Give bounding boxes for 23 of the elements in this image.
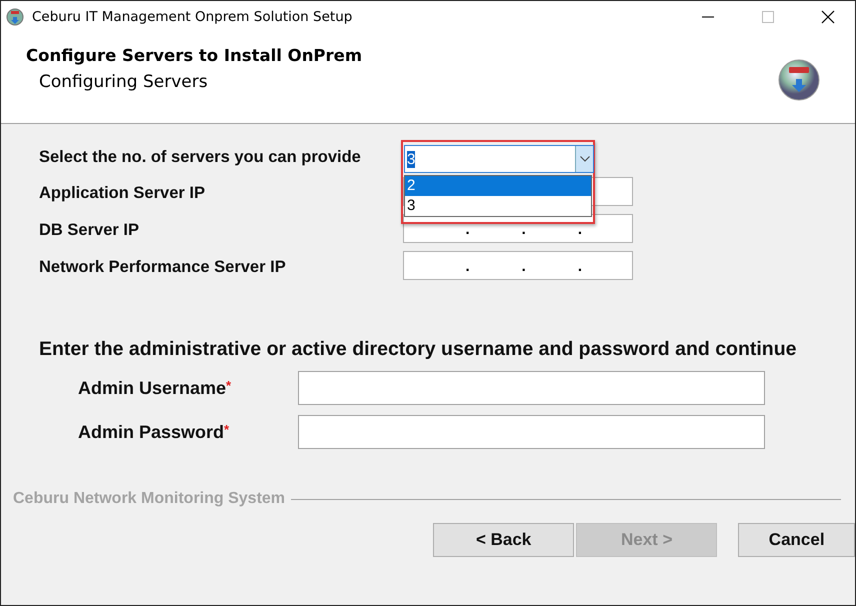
maximize-icon[interactable] — [761, 10, 775, 24]
wizard-button[interactable]: Cancel — [738, 523, 855, 557]
server-count-dropdown[interactable]: 3 — [404, 145, 594, 173]
page-subtitle: Configuring Servers — [38, 71, 209, 92]
dropdown-option[interactable]: 2 — [405, 176, 591, 196]
field-label: DB Server IP — [39, 220, 140, 240]
page-title: Configure Servers to Install OnPrem — [26, 46, 364, 65]
field-label: Admin Password* — [78, 422, 230, 442]
close-icon[interactable] — [821, 10, 835, 24]
brand-label: Ceburu Network Monitoring System — [13, 490, 286, 508]
field-label: Select the no. of servers you can provide — [39, 147, 362, 167]
field-label: Admin Username* — [78, 378, 232, 398]
input-field[interactable] — [298, 371, 765, 405]
dropdown-option[interactable]: 3 — [405, 196, 591, 216]
field-label: Application Server IP — [39, 183, 206, 203]
chevron-down-icon — [575, 146, 593, 172]
install-disc-icon — [778, 59, 820, 101]
input-field[interactable] — [298, 415, 765, 449]
window-title: Ceburu IT Management Onprem Solution Setup — [32, 8, 352, 24]
section-heading: Enter the administrative or active directory username and password and continue — [39, 337, 798, 362]
ip-address-field[interactable]: . . . — [403, 251, 633, 280]
field-label: Network Performance Server IP — [39, 257, 287, 277]
wizard-button[interactable]: < Back — [433, 523, 574, 557]
